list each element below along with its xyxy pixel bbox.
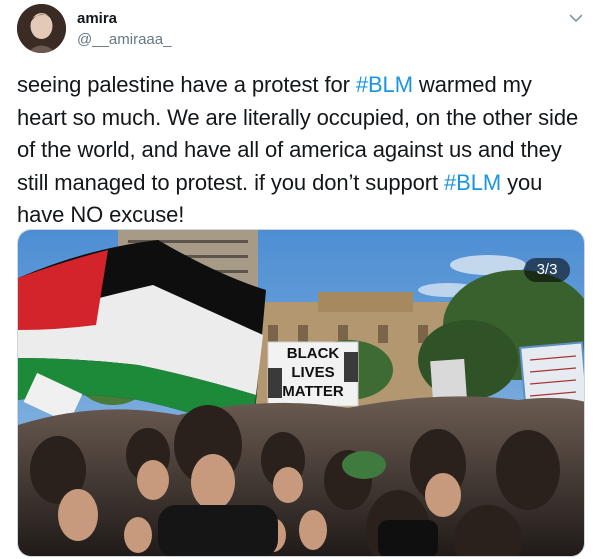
avatar[interactable] [17, 4, 66, 53]
hashtag-link[interactable]: #BLM [444, 170, 501, 195]
tweet-photo[interactable]: BLACK LIVES MATTER 3/3 [17, 229, 585, 557]
user-handle[interactable]: @__amiraaa_ [77, 31, 171, 48]
sign-text-line: LIVES [291, 364, 334, 381]
display-name[interactable]: amira [77, 10, 117, 27]
sign-text-line: BLACK [287, 345, 340, 362]
tweet-card: amira @__amiraaa_ seeing palestine have … [0, 0, 599, 559]
hashtag-link[interactable]: #BLM [356, 72, 413, 97]
media-counter-badge: 3/3 [524, 258, 570, 282]
blm-sign: BLACK LIVES MATTER [267, 341, 359, 407]
tweet-text-segment: seeing palestine have a protest for [17, 72, 356, 97]
sign-text-line: MATTER [282, 383, 344, 400]
avatar-image [17, 4, 66, 53]
tweet-text: seeing palestine have a protest for #BLM… [17, 69, 587, 232]
chevron-down-icon[interactable] [566, 10, 586, 26]
protest-photo: BLACK LIVES MATTER [18, 230, 584, 556]
